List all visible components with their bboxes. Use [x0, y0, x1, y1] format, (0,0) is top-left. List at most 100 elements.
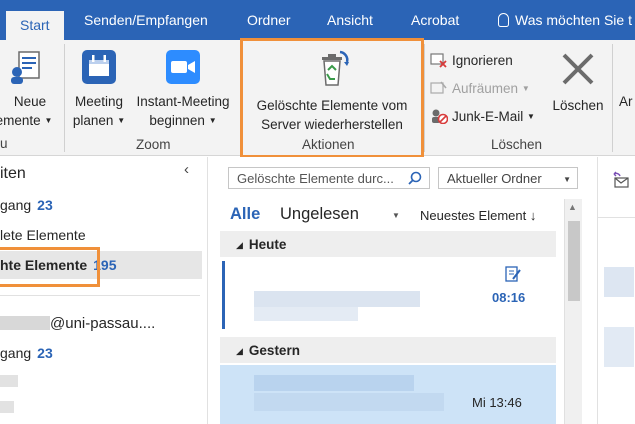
- calendar-icon: [82, 50, 116, 84]
- chevron-down-icon: ▼: [117, 116, 126, 125]
- blurred-subject: [254, 307, 358, 321]
- tab-send-receive[interactable]: Senden/Empfangen: [84, 12, 208, 28]
- chevron-down-icon: ▼: [521, 84, 530, 93]
- new-items-label-2-row: emente ▼: [0, 111, 54, 130]
- blurred-folder: [0, 401, 14, 413]
- lightbulb-icon: [498, 13, 509, 27]
- ignore-label: Ignorieren: [452, 53, 513, 68]
- cleanup-label: Aufräumen: [452, 81, 519, 96]
- chevron-down-icon: ▼: [527, 112, 535, 121]
- draft-edit-icon: [505, 266, 521, 282]
- folder-inbox[interactable]: gang 23: [0, 197, 53, 213]
- cleanup-icon: [430, 81, 447, 94]
- group-label-new: u: [0, 136, 8, 151]
- instant-meeting-button[interactable]: Instant-Meeting beginnen ▼: [130, 48, 236, 130]
- delete-button[interactable]: Löschen: [548, 50, 608, 115]
- group-header-today[interactable]: ◢ Heute: [220, 231, 556, 257]
- search-icon[interactable]: [408, 171, 422, 185]
- group-today-label: Heute: [248, 237, 287, 252]
- folder-sent[interactable]: lete Elemente: [0, 227, 86, 243]
- junk-mail-icon: [432, 109, 448, 124]
- new-items-label-2: emente: [0, 113, 41, 128]
- chevron-down-icon: ▼: [563, 175, 571, 184]
- search-placeholder: Gelöschte Elemente durc...: [237, 171, 394, 186]
- message-time: Mi 13:46: [472, 395, 522, 410]
- message-item[interactable]: 08:16: [220, 257, 556, 333]
- account-name-suffix: @uni-passau....: [50, 315, 156, 332]
- junk-mail-button[interactable]: Junk-E-Mail ▼: [430, 108, 535, 124]
- chevron-down-icon: ▼: [44, 116, 53, 125]
- folder-inbox-label: gang: [0, 197, 32, 213]
- new-items-icon: [11, 51, 40, 84]
- search-input[interactable]: Gelöschte Elemente durc...: [228, 167, 430, 189]
- tell-me-search[interactable]: Was möchten Sie t: [498, 12, 632, 28]
- folder-inbox2-count: 23: [37, 345, 53, 361]
- delete-x-icon: [562, 53, 594, 85]
- divider: [598, 217, 635, 218]
- chevron-down-icon[interactable]: ▼: [392, 211, 400, 220]
- account-header[interactable]: @uni-passau....: [0, 315, 155, 332]
- meeting-schedule-button[interactable]: Meeting planen ▼: [68, 48, 130, 130]
- video-camera-icon: [166, 50, 200, 84]
- meeting-label-1: Meeting: [74, 94, 124, 109]
- cleanup-button[interactable]: Aufräumen ▼: [430, 80, 530, 96]
- folder-pane-header: iten: [0, 165, 26, 182]
- junk-mail-label: Junk-E-Mail: [452, 109, 524, 124]
- blurred-content: [604, 267, 634, 297]
- reply-icon[interactable]: [612, 171, 630, 189]
- search-scope-dropdown[interactable]: Aktueller Ordner ▼: [438, 167, 578, 189]
- meeting-label-2: planen: [72, 113, 114, 128]
- search-scope-value: Aktueller Ordner: [447, 171, 542, 186]
- group-separator: [612, 44, 613, 152]
- collapse-triangle-icon: ◢: [236, 346, 243, 356]
- blurred-account-name: [0, 316, 50, 330]
- tab-folder[interactable]: Ordner: [247, 12, 291, 28]
- folder-inbox-count: 23: [37, 197, 53, 213]
- divider: [0, 295, 200, 296]
- collapse-chevron-icon[interactable]: ‹: [184, 161, 189, 178]
- ignore-icon: [430, 53, 447, 68]
- group-separator: [424, 44, 425, 152]
- unread-indicator: [222, 261, 225, 329]
- instant-label-2: beginnen: [149, 113, 205, 128]
- sort-label: Neuestes Element: [420, 208, 527, 223]
- blurred-content: [604, 327, 634, 367]
- sort-dropdown[interactable]: Neuestes Element ↓: [420, 208, 536, 223]
- outlook-window: Start Senden/Empfangen Ordner Ansicht Ac…: [0, 0, 635, 424]
- folder-pane: iten ‹ gang 23 lete Elemente hte Elemente…: [0, 157, 208, 424]
- tab-start[interactable]: Start: [6, 11, 64, 40]
- group-label-delete: Löschen: [491, 137, 543, 152]
- group-separator: [64, 44, 65, 152]
- instant-label-2-row: beginnen ▼: [130, 111, 236, 130]
- highlight-restore: [240, 38, 424, 158]
- instant-label-1: Instant-Meeting: [136, 94, 230, 109]
- message-time: 08:16: [492, 290, 526, 305]
- filter-unread[interactable]: Ungelesen: [280, 205, 359, 224]
- blurred-folder: [0, 375, 18, 387]
- message-item-selected[interactable]: Mi 13:46: [220, 365, 556, 424]
- chevron-down-icon: ▼: [208, 116, 217, 125]
- tab-view[interactable]: Ansicht: [327, 12, 373, 28]
- ignore-button[interactable]: Ignorieren: [430, 52, 513, 68]
- blurred-subject: [254, 393, 444, 411]
- new-items-label-1: Neue: [13, 94, 47, 109]
- archive-label: Ar: [619, 94, 633, 109]
- delete-label: Löschen: [552, 98, 604, 113]
- archive-button[interactable]: Ar: [619, 92, 635, 111]
- group-header-yesterday[interactable]: ◢ Gestern: [220, 337, 556, 363]
- blurred-sender: [254, 375, 414, 391]
- arrow-down-icon: ↓: [529, 208, 537, 223]
- message-list-scrollbar[interactable]: ▲: [564, 199, 582, 424]
- scroll-up-icon[interactable]: ▲: [568, 202, 577, 212]
- meeting-label-2-row: planen ▼: [68, 111, 130, 130]
- scroll-thumb[interactable]: [568, 221, 580, 301]
- filter-all[interactable]: Alle: [230, 205, 260, 224]
- collapse-triangle-icon: ◢: [236, 240, 243, 250]
- new-items-button[interactable]: Neue emente ▼: [0, 48, 54, 130]
- folder-inbox-account[interactable]: gang 23: [0, 345, 53, 361]
- message-list: Gelöschte Elemente durc... Aktueller Ord…: [220, 157, 588, 424]
- group-yesterday-label: Gestern: [248, 343, 300, 358]
- tell-me-text: Was möchten Sie t: [515, 12, 632, 28]
- tab-acrobat[interactable]: Acrobat: [411, 12, 459, 28]
- reading-pane: [597, 157, 635, 424]
